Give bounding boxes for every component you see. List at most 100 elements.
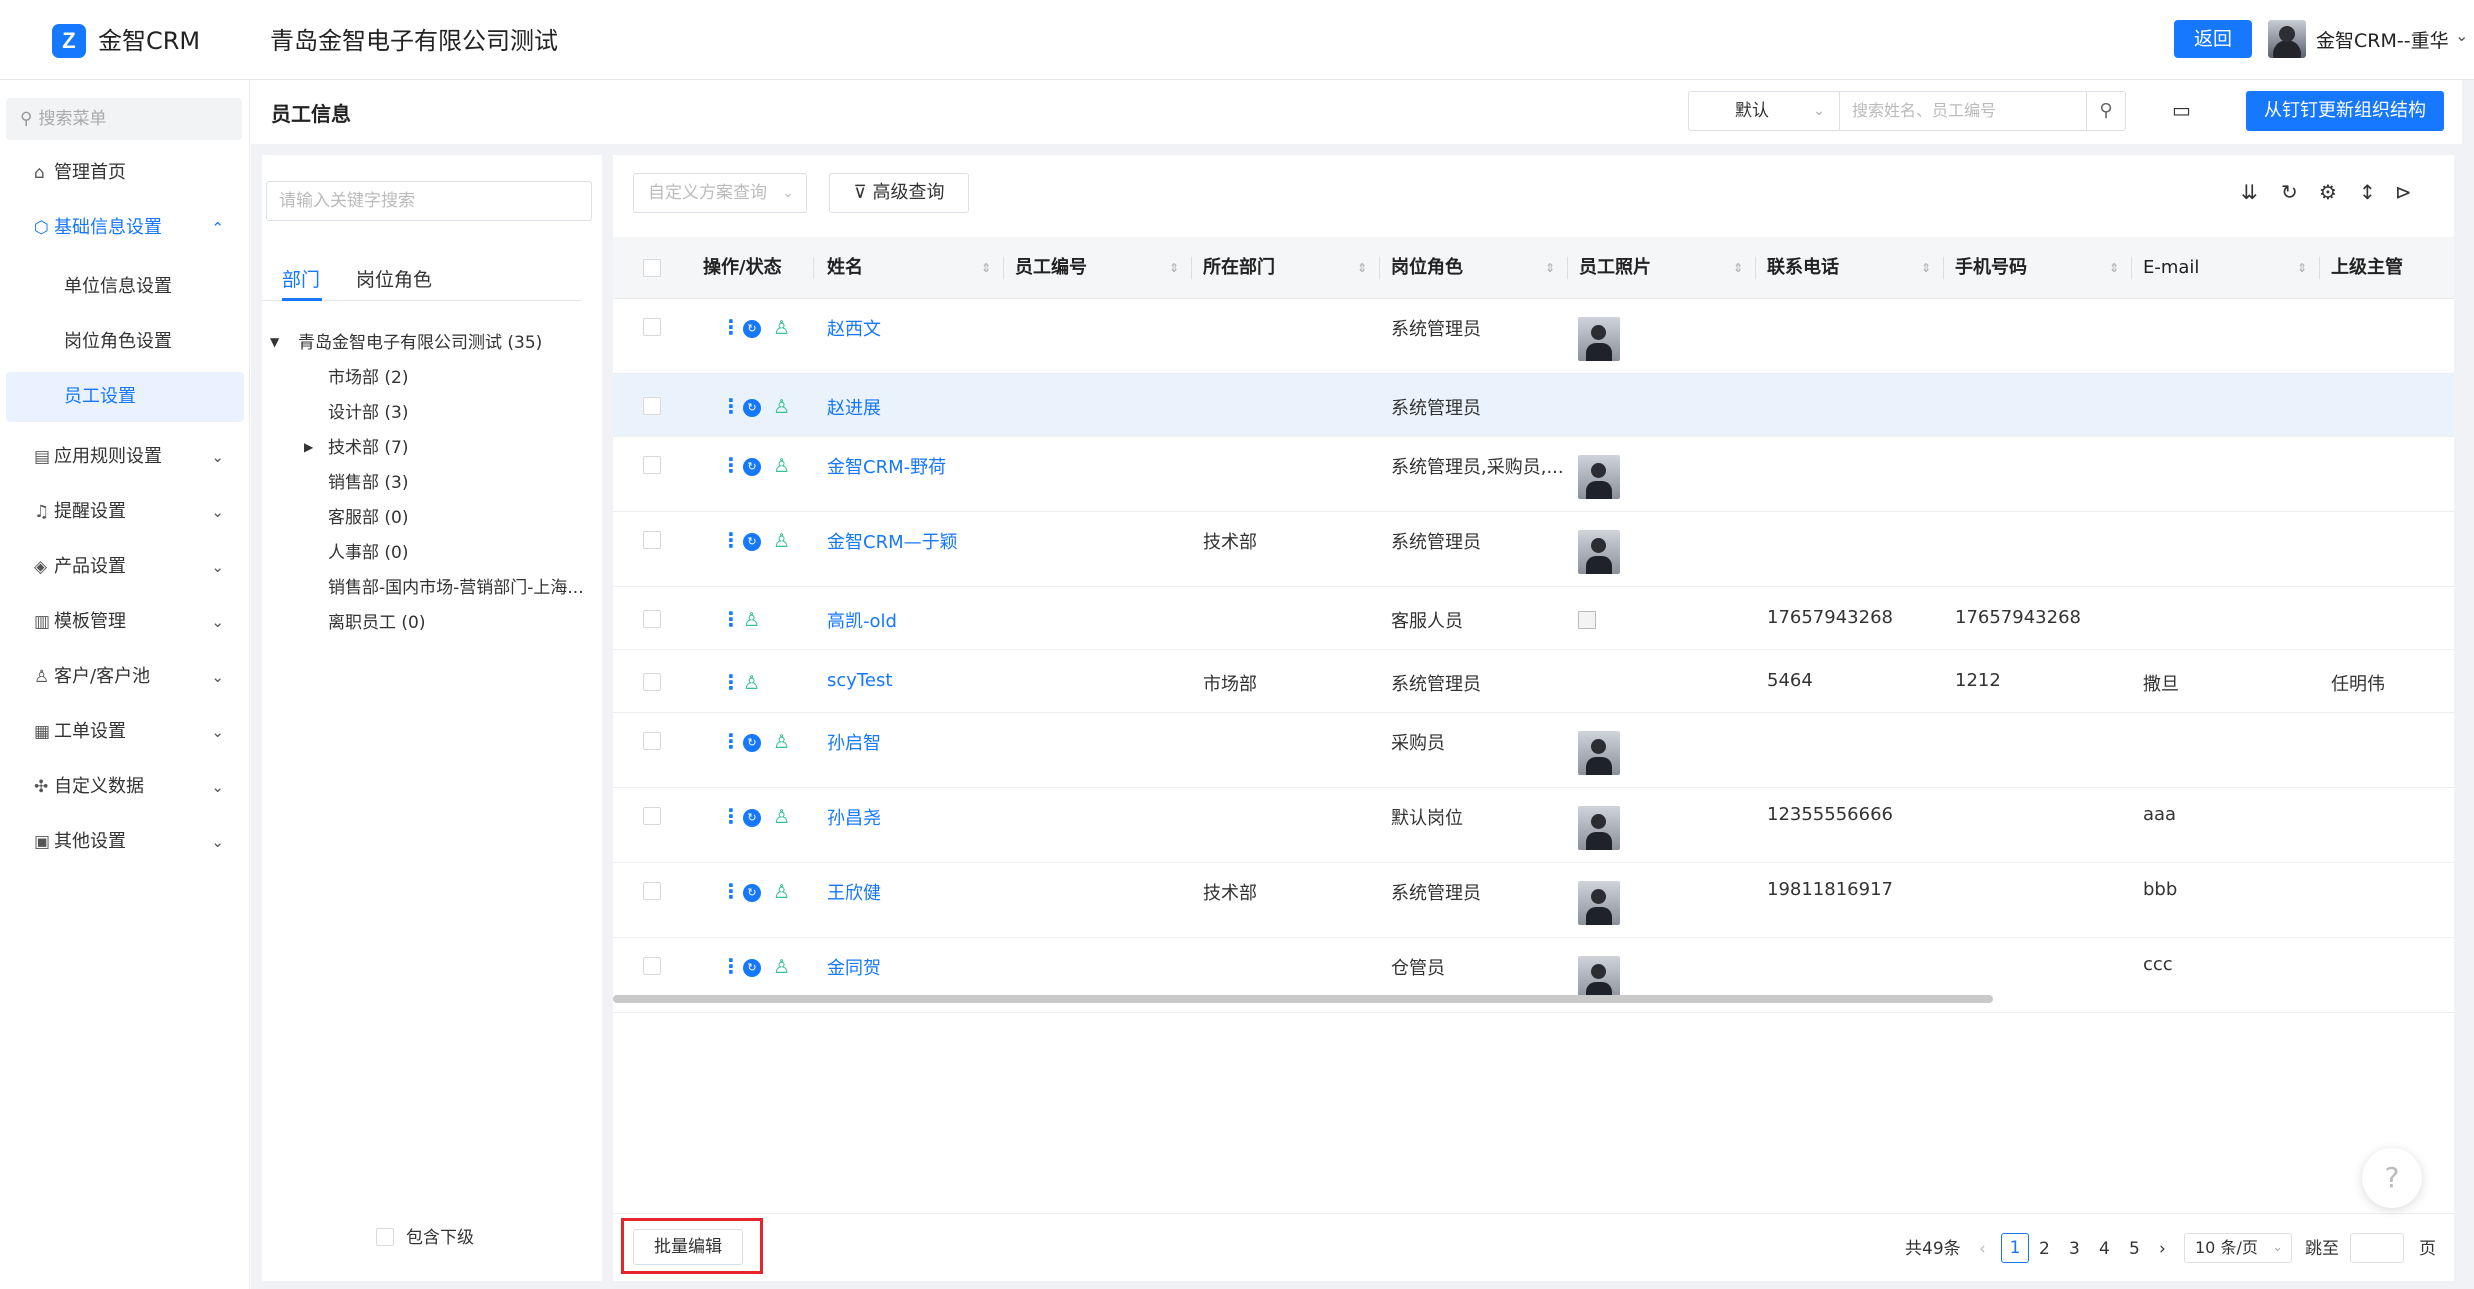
row-checkbox[interactable] bbox=[643, 957, 661, 975]
page-size-select[interactable]: 10 条/页 ⌄ bbox=[2184, 1233, 2292, 1263]
page-3[interactable]: 3 bbox=[2069, 1235, 2080, 1263]
employee-search-input[interactable]: 搜索姓名、员工编号 bbox=[1839, 91, 2087, 131]
sidebar-item-reminders[interactable]: ♫ 提醒设置 ⌄ bbox=[0, 487, 250, 537]
user-icon[interactable]: ♙ bbox=[773, 396, 790, 418]
employee-name-link[interactable]: 金智CRM-野荷 bbox=[827, 453, 946, 479]
caret-down-icon[interactable]: ▼ bbox=[270, 335, 279, 349]
table-row[interactable]: ⋮ ↻ ♙ 金智CRM—于颖 技术部 系统管理员 bbox=[613, 512, 2454, 587]
page-5[interactable]: 5 bbox=[2129, 1235, 2140, 1263]
collapse-icon[interactable]: ⇊ bbox=[2241, 180, 2258, 204]
more-icon[interactable]: ⋮ bbox=[721, 729, 741, 753]
tree-node-root[interactable]: 青岛金智电子有限公司测试 (35) bbox=[298, 328, 542, 353]
select-all-checkbox[interactable] bbox=[643, 259, 661, 277]
table-row[interactable]: ⋮ ↻ ♙ 孙启智 采购员 bbox=[613, 713, 2454, 788]
user-icon[interactable]: ♙ bbox=[773, 731, 790, 753]
col-header[interactable]: 联系电话 bbox=[1767, 237, 1839, 299]
employee-photo[interactable] bbox=[1578, 455, 1620, 499]
chevron-down-icon[interactable]: ⌄ bbox=[2455, 26, 2468, 45]
status-icon[interactable]: ↻ bbox=[743, 399, 761, 417]
tree-node[interactable]: 技术部 (7) bbox=[328, 433, 408, 458]
employee-name-link[interactable]: 赵西文 bbox=[827, 315, 881, 341]
employee-name-link[interactable]: 孙昌尧 bbox=[827, 804, 881, 830]
sort-icon[interactable]: ⇕ bbox=[2109, 237, 2119, 299]
table-row[interactable]: ⋮ ♙ 高凯-old 客服人员 17657943268 17657943268 bbox=[613, 587, 2454, 650]
status-icon[interactable]: ↻ bbox=[743, 734, 761, 752]
status-icon[interactable]: ↻ bbox=[743, 959, 761, 977]
sidebar-item-other[interactable]: ▣ 其他设置 ⌄ bbox=[0, 817, 250, 867]
table-row[interactable]: ⋮ ↻ ♙ 赵西文 系统管理员 bbox=[613, 299, 2454, 374]
employee-photo[interactable] bbox=[1578, 530, 1620, 574]
advanced-query-button[interactable]: ⊽ 高级查询 bbox=[829, 173, 969, 213]
user-icon[interactable]: ♙ bbox=[773, 530, 790, 552]
more-icon[interactable]: ⋮ bbox=[721, 879, 741, 903]
row-checkbox[interactable] bbox=[643, 673, 661, 691]
sidebar-item-tickets[interactable]: ▦ 工单设置 ⌄ bbox=[0, 707, 250, 757]
tree-node[interactable]: 市场部 (2) bbox=[328, 363, 408, 388]
table-row[interactable]: ⋮ ↻ ♙ 赵进展 系统管理员 bbox=[613, 374, 2454, 437]
sort-icon[interactable]: ⇕ bbox=[1545, 237, 1555, 299]
menu-search-input[interactable]: ⚲ 搜索菜单 bbox=[6, 98, 242, 140]
sidebar-item-templates[interactable]: ▥ 模板管理 ⌄ bbox=[0, 597, 250, 647]
status-icon[interactable]: ↻ bbox=[743, 320, 761, 338]
col-header[interactable]: 姓名 bbox=[827, 237, 863, 299]
row-checkbox[interactable] bbox=[643, 397, 661, 415]
monitor-icon[interactable]: ▭ bbox=[2172, 98, 2191, 122]
table-row[interactable]: ⋮ ↻ ♙ 王欣健 技术部 系统管理员 19811816917 bbb bbox=[613, 863, 2454, 938]
col-header[interactable]: 岗位角色 bbox=[1391, 237, 1463, 299]
row-checkbox[interactable] bbox=[643, 531, 661, 549]
tree-node[interactable]: 离职员工 (0) bbox=[328, 608, 425, 633]
employee-photo[interactable] bbox=[1578, 731, 1620, 775]
tree-node[interactable]: 客服部 (0) bbox=[328, 503, 408, 528]
more-icon[interactable]: ⋮ bbox=[721, 528, 741, 552]
tree-node[interactable]: 设计部 (3) bbox=[328, 398, 408, 423]
sort-icon[interactable]: ⇕ bbox=[2297, 237, 2307, 299]
back-button[interactable]: 返回 bbox=[2174, 20, 2252, 58]
sidebar-subitem-unit-info[interactable]: 单位信息设置 bbox=[6, 262, 244, 312]
row-checkbox[interactable] bbox=[643, 882, 661, 900]
table-row[interactable]: ⋮ ↻ ♙ 金智CRM-野荷 系统管理员,采购员,... bbox=[613, 437, 2454, 512]
tree-node[interactable]: 销售部 (3) bbox=[328, 468, 408, 493]
sidebar-item-app-rules[interactable]: ▤ 应用规则设置 ⌄ bbox=[0, 432, 250, 482]
employee-photo[interactable] bbox=[1578, 956, 1620, 1000]
row-checkbox[interactable] bbox=[643, 318, 661, 336]
play-icon[interactable]: ⊳ bbox=[2395, 180, 2412, 204]
tree-node[interactable]: 销售部-国内市场-营销部门-上海... bbox=[328, 573, 584, 598]
more-icon[interactable]: ⋮ bbox=[721, 804, 741, 828]
user-icon[interactable]: ♙ bbox=[773, 881, 790, 903]
sidebar-subitem-role-settings[interactable]: 岗位角色设置 bbox=[6, 317, 244, 367]
col-header[interactable]: 员工照片 bbox=[1579, 237, 1651, 299]
employee-photo[interactable] bbox=[1578, 881, 1620, 925]
sidebar-subitem-employee-settings[interactable]: 员工设置 bbox=[6, 372, 244, 422]
more-icon[interactable]: ⋮ bbox=[721, 315, 741, 339]
tree-node[interactable]: 人事部 (0) bbox=[328, 538, 408, 563]
more-icon[interactable]: ⋮ bbox=[721, 453, 741, 477]
caret-right-icon[interactable]: ▶ bbox=[304, 440, 313, 454]
table-row[interactable]: ⋮ ♙ scyTest 市场部 系统管理员 5464 1212 撒旦 任明伟 bbox=[613, 650, 2454, 713]
sidebar-item-customers[interactable]: ♙ 客户/客户池 ⌄ bbox=[0, 652, 250, 702]
row-height-icon[interactable]: ↕ bbox=[2359, 180, 2376, 204]
row-checkbox[interactable] bbox=[643, 456, 661, 474]
checkbox[interactable] bbox=[376, 1228, 394, 1246]
row-checkbox[interactable] bbox=[643, 732, 661, 750]
refresh-icon[interactable]: ↻ bbox=[2281, 180, 2298, 204]
col-header[interactable]: 上级主管 bbox=[2331, 237, 2403, 299]
more-icon[interactable]: ⋮ bbox=[721, 394, 741, 418]
prev-page-icon[interactable]: ‹ bbox=[1979, 1235, 1986, 1263]
more-icon[interactable]: ⋮ bbox=[721, 670, 741, 694]
user-icon[interactable]: ♙ bbox=[743, 609, 760, 631]
sidebar-item-home[interactable]: ⌂ 管理首页 bbox=[0, 148, 250, 198]
employee-name-link[interactable]: 高凯-old bbox=[827, 607, 897, 633]
page-2[interactable]: 2 bbox=[2039, 1235, 2050, 1263]
sort-icon[interactable]: ⇕ bbox=[1921, 237, 1931, 299]
user-icon[interactable]: ♙ bbox=[773, 455, 790, 477]
sort-icon[interactable]: ⇕ bbox=[981, 237, 991, 299]
col-header[interactable]: 员工编号 bbox=[1015, 237, 1087, 299]
sync-dingtalk-button[interactable]: 从钉钉更新组织结构 bbox=[2246, 91, 2444, 131]
custom-query-select[interactable]: 自定义方案查询 ⌄ bbox=[633, 173, 807, 213]
scheme-select[interactable]: 默认 ⌄ bbox=[1688, 91, 1840, 131]
employee-photo[interactable] bbox=[1578, 806, 1620, 850]
sort-icon[interactable]: ⇕ bbox=[1169, 237, 1179, 299]
user-icon[interactable]: ♙ bbox=[743, 672, 760, 694]
search-icon[interactable]: ⚲ bbox=[2086, 91, 2126, 131]
more-icon[interactable]: ⋮ bbox=[721, 607, 741, 631]
